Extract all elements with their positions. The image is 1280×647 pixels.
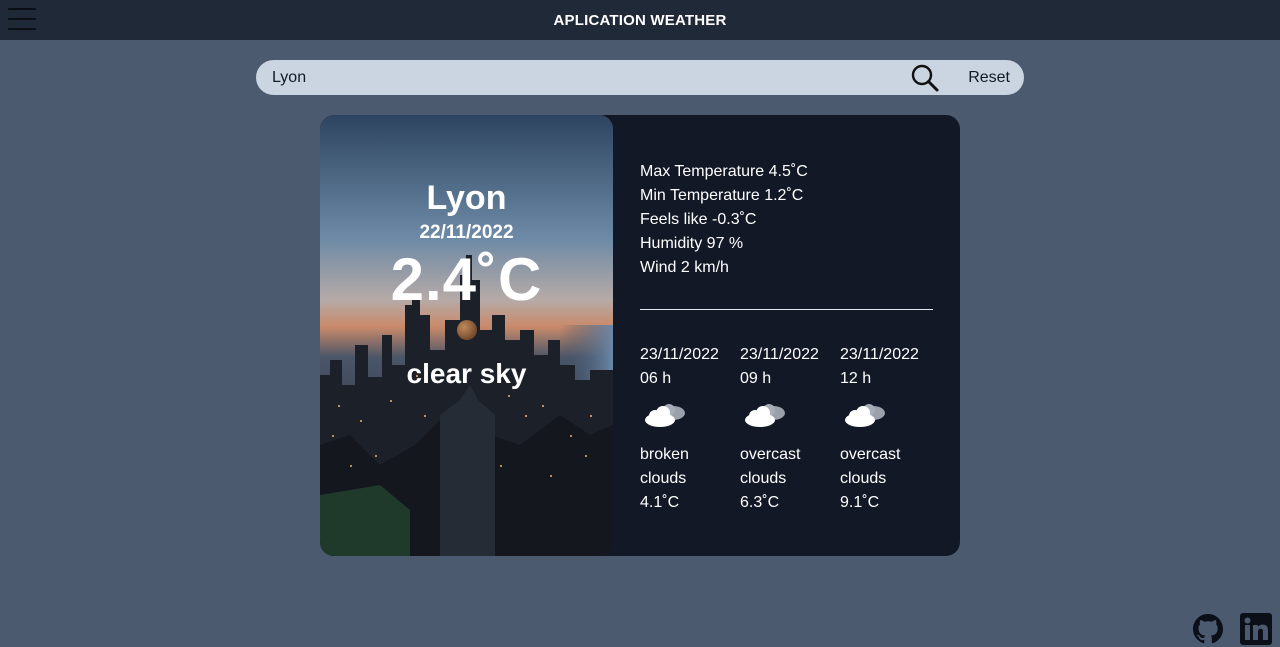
- cloud-icon: [745, 404, 785, 427]
- weather-description: clear sky: [406, 358, 527, 389]
- search-icon[interactable]: [910, 63, 940, 93]
- forecast-hour: 12 h: [840, 370, 872, 387]
- forecast-description: clouds: [640, 470, 687, 487]
- forecast-item: 23/11/2022 12 h overcast clouds 9.1˚C: [840, 343, 940, 515]
- forecast-description: overcast: [840, 446, 901, 463]
- linkedin-icon[interactable]: [1240, 613, 1272, 645]
- forecast-temperature: 6.3˚C: [740, 494, 780, 511]
- forecast-description: broken: [640, 446, 689, 463]
- wind: Wind 2 km/h: [640, 259, 729, 276]
- menu-line: [8, 18, 36, 20]
- forecast-item: 23/11/2022 06 h broken clouds 4.1˚C: [640, 343, 740, 515]
- forecast-hour: 06 h: [640, 370, 672, 387]
- forecast-temperature: 4.1˚C: [640, 494, 680, 511]
- cloud-icon: [845, 404, 885, 427]
- menu-line: [8, 28, 36, 30]
- reset-button[interactable]: Reset: [968, 69, 1010, 87]
- forecast-list: 23/11/2022 06 h broken clouds 4.1˚C 23/1…: [640, 343, 940, 515]
- app-title: APLICATION WEATHER: [553, 11, 727, 29]
- feels-like: Feels like -0.3˚C: [640, 211, 757, 228]
- humidity: Humidity 97 %: [640, 235, 744, 252]
- footer-links: [1192, 613, 1272, 645]
- max-temperature: Max Temperature 4.5˚C: [640, 163, 808, 180]
- min-temperature: Min Temperature 1.2˚C: [640, 187, 804, 204]
- city-name: Lyon: [426, 179, 507, 217]
- forecast-date: 23/11/2022: [740, 346, 819, 363]
- current-temperature: 2.4˚C: [390, 246, 543, 313]
- github-icon[interactable]: [1192, 613, 1224, 645]
- weather-details: Max Temperature 4.5˚C Min Temperature 1.…: [640, 160, 808, 280]
- forecast-item: 23/11/2022 09 h overcast clouds 6.3˚C: [740, 343, 840, 515]
- forecast-description: clouds: [840, 470, 887, 487]
- divider: [640, 309, 933, 310]
- search-bar: Reset: [256, 60, 1024, 95]
- current-date: 22/11/2022: [419, 222, 514, 243]
- forecast-description: overcast: [740, 446, 801, 463]
- moon-icon: [457, 320, 477, 340]
- current-weather-panel: Lyon 22/11/2022 2.4˚C clear sky: [320, 115, 613, 556]
- search-input[interactable]: [256, 60, 911, 95]
- forecast-temperature: 9.1˚C: [840, 494, 880, 511]
- top-bar: APLICATION WEATHER: [0, 0, 1280, 40]
- hamburger-menu-icon[interactable]: [8, 8, 36, 30]
- forecast-description: clouds: [740, 470, 787, 487]
- forecast-date: 23/11/2022: [840, 346, 919, 363]
- weather-card: Lyon 22/11/2022 2.4˚C clear sky Max Temp…: [320, 115, 960, 556]
- menu-line: [8, 8, 36, 10]
- forecast-date: 23/11/2022: [640, 346, 719, 363]
- cloud-icon: [645, 404, 685, 427]
- forecast-hour: 09 h: [740, 370, 772, 387]
